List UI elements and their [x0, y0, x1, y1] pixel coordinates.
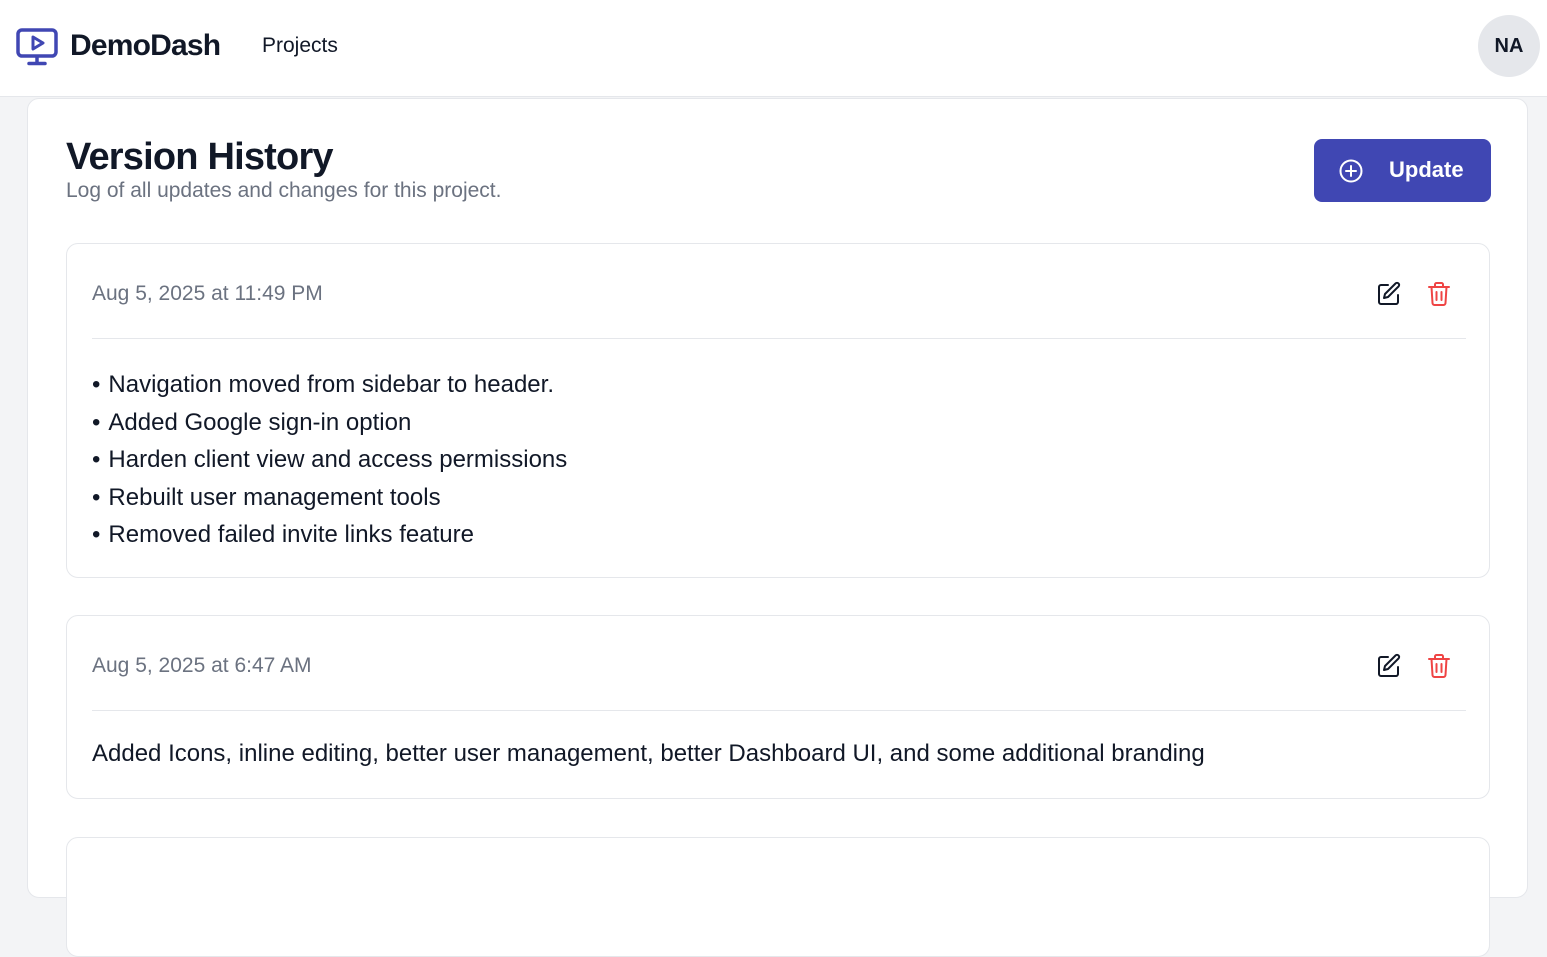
- trash-icon[interactable]: [1425, 280, 1453, 308]
- entry-divider: [92, 338, 1466, 339]
- entry-notes-list: Navigation moved from sidebar to header.…: [92, 366, 567, 554]
- version-entry: Aug 5, 2025 at 11:49 PM Navigation moved…: [66, 243, 1490, 578]
- edit-icon[interactable]: [1375, 652, 1403, 680]
- list-item: Rebuilt user management tools: [92, 479, 567, 517]
- version-entry: [66, 837, 1490, 957]
- version-entry: Aug 5, 2025 at 6:47 AM Added Icons, inli…: [66, 615, 1490, 799]
- monitor-play-icon[interactable]: [16, 28, 58, 66]
- update-button[interactable]: Update: [1314, 139, 1491, 202]
- brand-name[interactable]: DemoDash: [70, 28, 221, 64]
- entry-date: Aug 5, 2025 at 6:47 AM: [92, 654, 312, 677]
- page-subtitle: Log of all updates and changes for this …: [66, 179, 502, 202]
- trash-icon[interactable]: [1425, 652, 1453, 680]
- app-header: DemoDash Projects NA: [0, 0, 1547, 97]
- list-item: Added Google sign-in option: [92, 404, 567, 442]
- entry-divider: [92, 710, 1466, 711]
- edit-icon[interactable]: [1375, 280, 1403, 308]
- nav-link-projects[interactable]: Projects: [262, 33, 338, 59]
- plus-circle-icon: [1339, 159, 1363, 183]
- update-button-label: Update: [1389, 157, 1464, 182]
- list-item: Removed failed invite links feature: [92, 516, 567, 554]
- entry-date: Aug 5, 2025 at 11:49 PM: [92, 282, 323, 305]
- list-item: Harden client view and access permission…: [92, 441, 567, 479]
- page-title: Version History: [66, 136, 334, 178]
- version-history-panel: Version History Log of all updates and c…: [27, 98, 1528, 957]
- user-avatar[interactable]: NA: [1478, 15, 1540, 77]
- entry-note-text: Added Icons, inline editing, better user…: [92, 740, 1205, 767]
- list-item: Navigation moved from sidebar to header.: [92, 366, 567, 404]
